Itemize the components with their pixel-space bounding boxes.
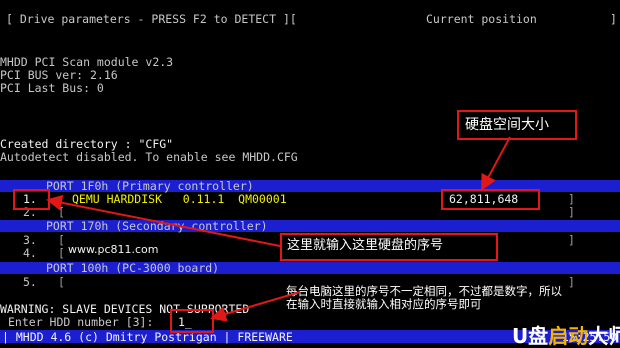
drive-2-close: ] bbox=[568, 205, 575, 219]
port-2-bar: PORT 170h (Secondary controller) bbox=[0, 219, 620, 233]
prompt-input-highlight bbox=[170, 309, 214, 333]
logo-u: U盘 bbox=[511, 324, 549, 348]
drive-4-open: [ bbox=[58, 246, 65, 260]
drive-parameters-header: [ Drive parameters - PRESS F2 to DETECT … bbox=[6, 12, 297, 26]
logo-qidong: 启动 bbox=[548, 324, 589, 348]
drive-3-close: ] bbox=[568, 233, 575, 247]
status-bar-left: | MHDD 4.6 (c) Dmitry Postrigan | FREEWA… bbox=[2, 330, 293, 344]
drive-1-model: QEMU HARDDISK 0.11.1 QM00001 bbox=[72, 192, 287, 206]
disk-size-annotation: 硬盘空间大小 bbox=[465, 117, 549, 133]
disk-number-annotation: 这里就输入这里硬盘的序号 bbox=[287, 238, 444, 253]
drive-5-open: [ bbox=[58, 275, 65, 289]
drive-4-number[interactable]: 4. bbox=[23, 247, 37, 260]
current-position-header: Current position bbox=[426, 12, 537, 26]
ushi-logo: U盘启动大师 bbox=[498, 300, 620, 348]
pci-last-bus-text: PCI Last Bus: 0 bbox=[0, 81, 104, 95]
disk-size-highlight bbox=[441, 189, 540, 210]
autodetect-text: Autodetect disabled. To enable see MHDD.… bbox=[0, 150, 298, 164]
port-2-title: PORT 170h (Secondary controller) bbox=[46, 219, 268, 233]
drive-number-highlight bbox=[13, 189, 50, 210]
drive-5-close: ] bbox=[568, 275, 575, 289]
website-watermark: www.pc811.com bbox=[68, 243, 159, 256]
header-bracket: ] bbox=[610, 12, 617, 26]
drive-5-number[interactable]: 5. bbox=[23, 276, 37, 289]
port-3-title: PORT 100h (PC-3000 board) bbox=[46, 261, 220, 275]
port-1-title: PORT 1F0h (Primary controller) bbox=[46, 179, 254, 193]
port-3-bar: PORT 100h (PC-3000 board) bbox=[0, 261, 620, 275]
hdd-number-prompt: Enter HDD number [3]: bbox=[8, 315, 154, 329]
note-annotation-line2: 在输入时直接就输入相对应的序号即可 bbox=[286, 297, 482, 311]
drive-2-open: [ bbox=[58, 205, 65, 219]
logo-dashi: 大师 bbox=[588, 324, 620, 348]
